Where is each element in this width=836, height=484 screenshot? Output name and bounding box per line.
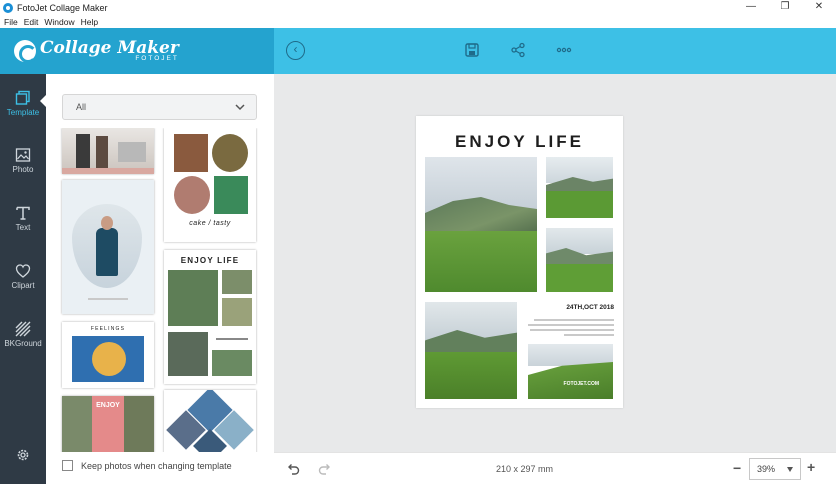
template-thumb[interactable]: ENJOY xyxy=(62,396,154,452)
background-icon xyxy=(15,321,31,337)
menu-file[interactable]: File xyxy=(4,17,18,27)
more-icon[interactable] xyxy=(556,42,572,58)
template-thumb[interactable] xyxy=(164,390,256,452)
photo-cell[interactable]: FOTOJET.COM xyxy=(528,344,613,399)
share-icon[interactable] xyxy=(510,42,526,58)
page-size-label: 210 x 297 mm xyxy=(496,464,554,474)
dropdown-value: All xyxy=(76,102,87,112)
template-title: ENJOY LIFE xyxy=(180,256,240,265)
collage-brand-text: FOTOJET.COM xyxy=(563,381,599,387)
rail-label-text: Text xyxy=(15,223,31,232)
photo-cell[interactable] xyxy=(546,157,613,218)
template-thumb[interactable] xyxy=(62,180,154,314)
collage-text-lines xyxy=(526,316,614,336)
bottom-bar: 210 x 297 mm − 39% + xyxy=(274,452,836,484)
collage-page[interactable]: ENJOY LIFE FOTOJET.COM 24TH,OCT 2018 xyxy=(416,116,623,408)
zoom-in-button[interactable]: + xyxy=(807,459,815,475)
rail-item-text[interactable]: Text xyxy=(0,205,46,255)
collage-title[interactable]: ENJOY LIFE xyxy=(416,132,623,152)
rail-item-background[interactable]: BKGround xyxy=(0,321,46,371)
template-category-dropdown[interactable]: All xyxy=(62,94,257,120)
keep-photos-label: Keep photos when changing template xyxy=(81,460,232,471)
template-caption: cake / tasty xyxy=(189,220,231,227)
template-panel: All cake / tasty ENJOY LIFE FEELINGS ENJ… xyxy=(46,74,274,484)
rail-label-photo: Photo xyxy=(12,165,34,174)
photo-cell[interactable] xyxy=(425,302,517,399)
template-title: ENJOY xyxy=(96,402,120,409)
collage-maker-logo-icon xyxy=(14,40,37,63)
menu-window[interactable]: Window xyxy=(44,17,74,27)
template-thumb[interactable]: ENJOY LIFE xyxy=(164,250,256,384)
collage-date[interactable]: 24TH,OCT 2018 xyxy=(526,304,614,311)
menu-bar: File Edit Window Help xyxy=(0,15,836,28)
minimize-button[interactable]: — xyxy=(734,0,768,15)
rail-item-clipart[interactable]: Clipart xyxy=(0,263,46,313)
template-icon xyxy=(15,90,30,105)
chevron-down-icon xyxy=(235,104,245,111)
maximize-button[interactable]: ❐ xyxy=(768,0,802,15)
template-thumb[interactable] xyxy=(62,128,154,174)
undo-icon[interactable] xyxy=(286,462,300,476)
keep-photos-option[interactable]: Keep photos when changing template xyxy=(62,460,232,471)
window-title: FotoJet Collage Maker xyxy=(17,2,108,13)
template-thumb[interactable]: FEELINGS xyxy=(62,322,154,388)
zoom-value: 39% xyxy=(757,464,776,474)
app-icon xyxy=(3,2,13,13)
redo-icon[interactable] xyxy=(318,462,332,476)
rail-label-clipart: Clipart xyxy=(11,281,35,290)
zoom-out-button[interactable]: − xyxy=(733,460,741,476)
window-controls: — ❐ ✕ xyxy=(734,0,836,15)
close-button[interactable]: ✕ xyxy=(802,0,836,15)
template-thumb[interactable]: cake / tasty xyxy=(164,128,256,242)
rail-label-template: Template xyxy=(6,108,40,117)
menu-help[interactable]: Help xyxy=(81,17,98,27)
main-toolbar: ‹ xyxy=(274,28,836,74)
back-button[interactable]: ‹ xyxy=(286,41,305,60)
photo-icon xyxy=(15,148,31,162)
heart-icon xyxy=(15,264,31,278)
brand-text: Collage Maker FOTOJET xyxy=(40,39,179,63)
template-title: FEELINGS xyxy=(90,326,126,332)
left-rail: Template Photo Text Clipart BKGround xyxy=(0,74,47,484)
keep-photos-checkbox[interactable] xyxy=(62,460,73,471)
brand-header: Collage Maker FOTOJET xyxy=(0,28,274,74)
back-icon: ‹ xyxy=(293,42,298,56)
rail-item-photo[interactable]: Photo xyxy=(0,147,46,197)
photo-cell[interactable] xyxy=(425,157,537,292)
gear-icon[interactable] xyxy=(15,447,31,463)
menu-edit[interactable]: Edit xyxy=(24,17,39,27)
save-icon[interactable] xyxy=(464,42,480,58)
editing-canvas: ENJOY LIFE FOTOJET.COM 24TH,OCT 2018 xyxy=(274,74,836,452)
rail-label-background: BKGround xyxy=(4,339,42,348)
app-window: FotoJet Collage Maker — ❐ ✕ File Edit Wi… xyxy=(0,0,836,484)
photo-cell[interactable] xyxy=(546,228,613,292)
title-bar: FotoJet Collage Maker — ❐ ✕ xyxy=(0,0,836,15)
zoom-select[interactable]: 39% xyxy=(749,458,801,480)
template-list: cake / tasty ENJOY LIFE FEELINGS ENJOY xyxy=(60,128,258,452)
text-icon xyxy=(16,206,30,220)
caret-down-icon xyxy=(787,467,793,472)
